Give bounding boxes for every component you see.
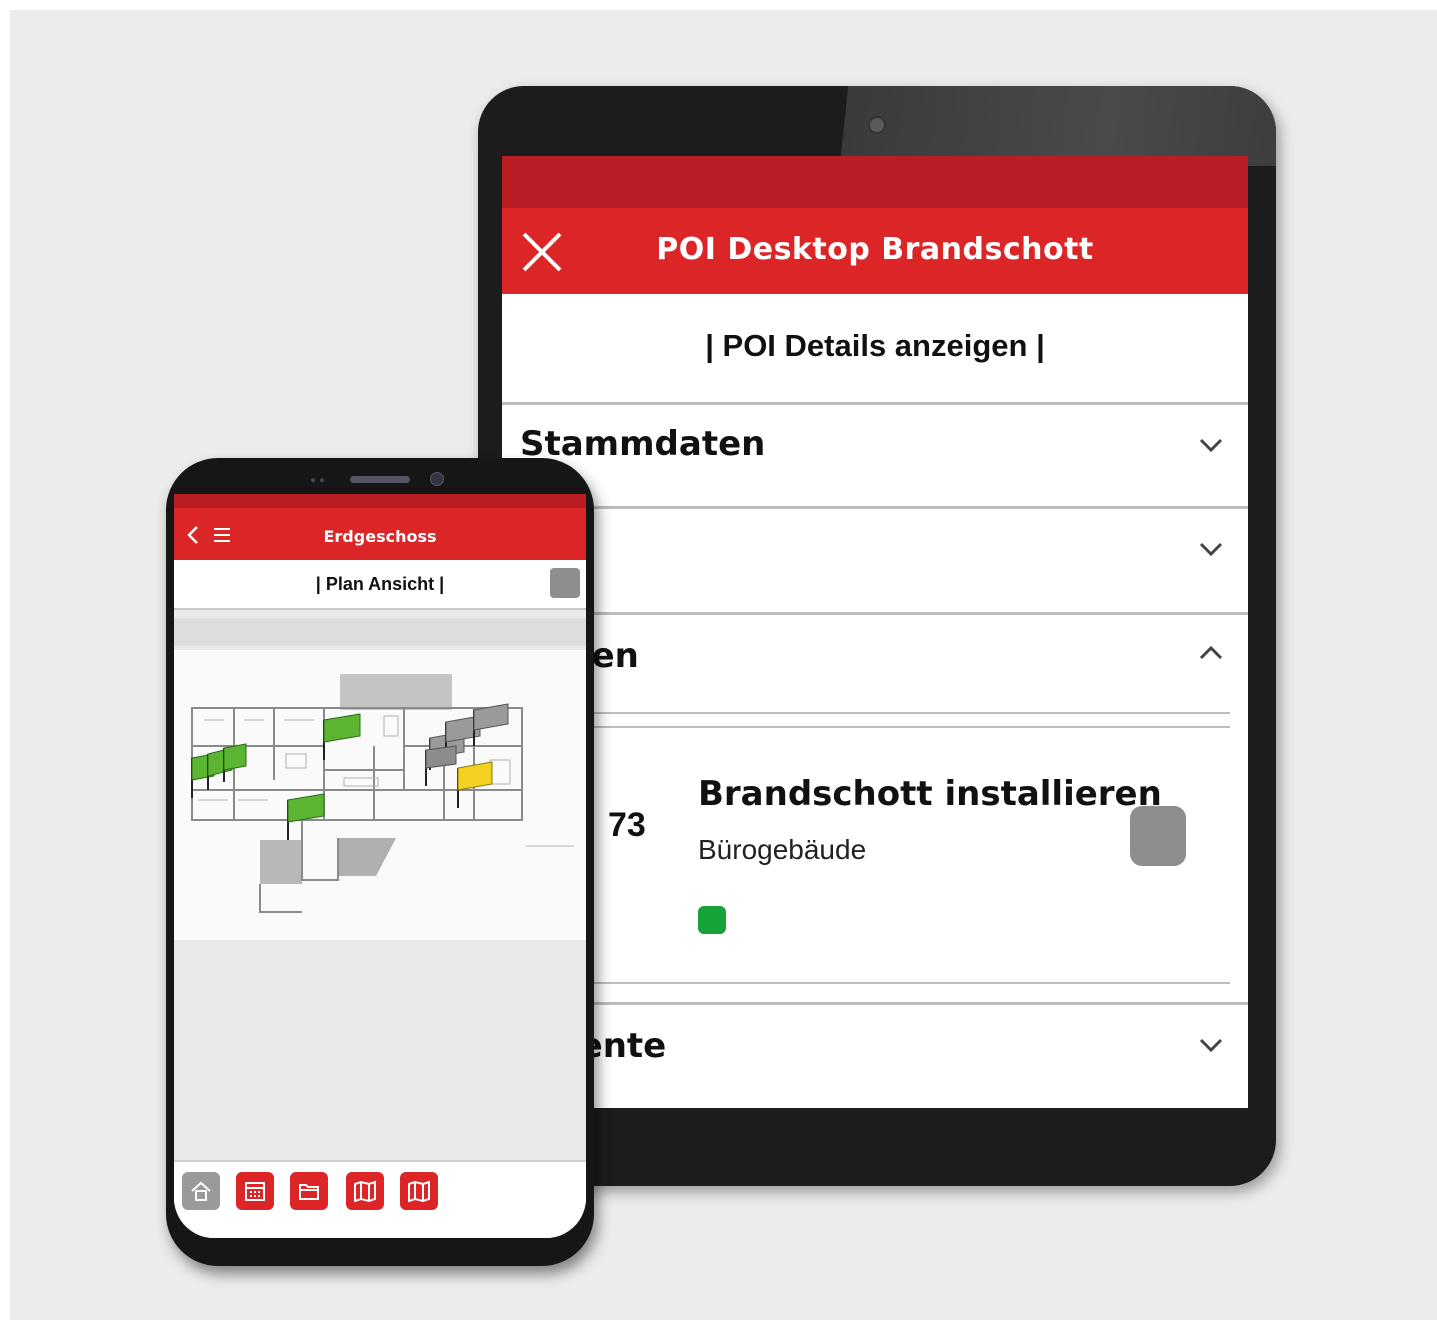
phone-screen: Erdgeschoss | Plan Ansicht | [174, 494, 586, 1238]
phone-speaker [350, 476, 410, 483]
divider [502, 612, 1248, 615]
floor-plan-drawing[interactable] [174, 650, 586, 940]
chevron-down-icon[interactable] [1198, 436, 1224, 454]
map-button[interactable] [400, 1172, 438, 1210]
tablet-camera [868, 116, 886, 134]
options-button[interactable] [550, 568, 580, 598]
tablet-glare [839, 86, 1276, 166]
page-title: Erdgeschoss [323, 527, 437, 546]
tablet-device: POI Desktop Brandschott | POI Details an… [478, 86, 1276, 1186]
divider [502, 402, 1248, 405]
chevron-down-icon[interactable] [1198, 1036, 1224, 1054]
home-icon [191, 1181, 211, 1201]
tablet-screen: POI Desktop Brandschott | POI Details an… [502, 156, 1248, 1108]
flag-gray[interactable] [473, 703, 509, 746]
app-bar: POI Desktop Brandschott [502, 208, 1248, 294]
phone-device: ●● Erdgeschoss | Plan Ansicht | [166, 458, 594, 1266]
card-number: 73 [608, 806, 646, 844]
bottom-toolbar [174, 1160, 586, 1238]
home-button[interactable] [182, 1172, 220, 1210]
page-title: POI Desktop Brandschott [656, 232, 1094, 267]
map-icon [408, 1180, 430, 1203]
divider [562, 712, 1230, 714]
section-subtitle: | POI Details anzeigen | [705, 328, 1045, 363]
divider [562, 982, 1230, 984]
chevron-up-icon[interactable] [1198, 644, 1224, 662]
flag-green[interactable] [323, 713, 361, 760]
folder-button[interactable] [290, 1172, 328, 1210]
divider [562, 726, 1230, 728]
calendar-icon [245, 1182, 265, 1201]
divider [502, 506, 1248, 509]
chevron-down-icon[interactable] [1198, 540, 1224, 558]
phone-camera [430, 472, 444, 486]
card-action-button[interactable] [1130, 806, 1186, 866]
divider [502, 1002, 1248, 1005]
flag-gray[interactable] [425, 745, 457, 786]
map-button[interactable] [346, 1172, 384, 1210]
app-bar: Erdgeschoss [174, 494, 586, 560]
phone-sensor: ●● [310, 475, 329, 486]
card-title[interactable]: Brandschott installieren [698, 774, 1162, 814]
section-subtitle: | Plan Ansicht | [315, 574, 445, 594]
status-bar [502, 156, 1248, 208]
map-icon [354, 1180, 376, 1203]
status-indicator [698, 906, 726, 934]
folder-icon [299, 1184, 319, 1200]
floor-plan-sheet [174, 650, 586, 940]
flag-green[interactable] [287, 793, 325, 840]
plan-header-band [174, 618, 586, 646]
section-header-stammdaten[interactable]: Stammdaten [520, 424, 765, 464]
floor-plan-area[interactable] [174, 610, 586, 1160]
calendar-button[interactable] [236, 1172, 274, 1210]
card-subtitle: Bürogebäude [698, 834, 867, 865]
